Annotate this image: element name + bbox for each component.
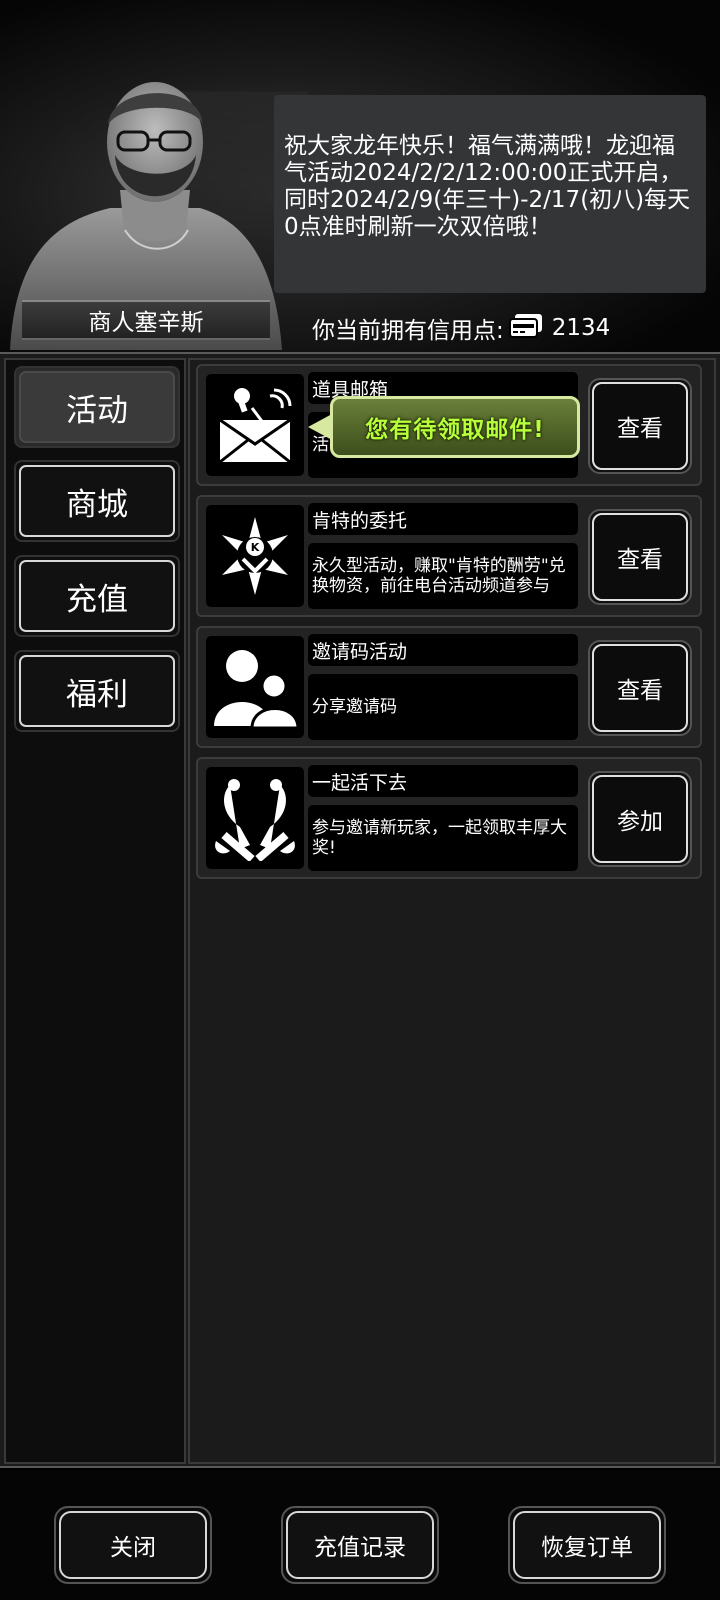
svg-text:K: K <box>251 541 260 554</box>
tab-label: 福利 <box>19 655 175 727</box>
main-panel: 活动 商城 充值 福利 道具邮箱 活 您有待领取邮件! 查看 K 肯特的委托 永… <box>0 352 720 1468</box>
activity-row-survive: 一起活下去 参与邀请新玩家，一起领取丰厚大奖! 参加 <box>196 757 702 879</box>
announcement-text: 祝大家龙年快乐！福气满满哦！龙迎福气活动2024/2/2/12:00:00正式开… <box>274 95 706 293</box>
activity-title: 一起活下去 <box>308 765 578 797</box>
category-sidebar: 活动 商城 充值 福利 <box>4 358 186 1464</box>
button-label: 恢复订单 <box>513 1511 661 1579</box>
pending-mail-tooltip: 您有待领取邮件! <box>306 396 582 458</box>
mailbox-icon <box>206 374 304 476</box>
view-mailbox-button[interactable]: 查看 <box>588 378 692 474</box>
credit-card-icon <box>508 314 542 338</box>
credit-label: 你当前拥有信用点: <box>312 318 504 344</box>
tab-label: 活动 <box>19 371 175 443</box>
tab-label: 充值 <box>19 560 175 632</box>
merchant-name: 商人塞辛斯 <box>22 300 270 340</box>
activity-title: 肯特的委托 <box>308 503 578 535</box>
view-invite-button[interactable]: 查看 <box>588 640 692 736</box>
tab-activities[interactable]: 活动 <box>14 366 180 448</box>
button-label: 查看 <box>592 644 688 732</box>
recharge-history-button[interactable]: 充值记录 <box>281 1506 439 1584</box>
button-label: 参加 <box>592 775 688 863</box>
birds-emblem-icon <box>206 767 304 869</box>
people-icon <box>206 636 304 738</box>
activity-list: 道具邮箱 活 您有待领取邮件! 查看 K 肯特的委托 永久型活动，赚取"肯特的酬… <box>188 358 716 1464</box>
button-label: 关闭 <box>59 1511 207 1579</box>
credit-value: 2134 <box>551 315 611 341</box>
view-kent-button[interactable]: 查看 <box>588 509 692 605</box>
close-button[interactable]: 关闭 <box>54 1506 212 1584</box>
button-label: 查看 <box>592 513 688 601</box>
activity-row-invite: 邀请码活动 分享邀请码 查看 <box>196 626 702 748</box>
tooltip-arrow <box>308 414 332 440</box>
activity-row-mailbox: 道具邮箱 活 您有待领取邮件! 查看 <box>196 364 702 486</box>
merchant-header: 商人塞辛斯 祝大家龙年快乐！福气满满哦！龙迎福气活动2024/2/2/12:00… <box>0 0 720 352</box>
credit-balance: 你当前拥有信用点: 2134 <box>312 312 610 344</box>
tab-welfare[interactable]: 福利 <box>14 650 180 732</box>
kent-emblem-icon: K <box>206 505 304 607</box>
tab-shop[interactable]: 商城 <box>14 460 180 542</box>
activity-description: 参与邀请新玩家，一起领取丰厚大奖! <box>308 805 578 871</box>
activity-description: 分享邀请码 <box>308 674 578 740</box>
tab-recharge[interactable]: 充值 <box>14 555 180 637</box>
button-label: 充值记录 <box>286 1511 434 1579</box>
activity-description: 永久型活动，赚取"肯特的酬劳"兑换物资，前往电台活动频道参与 <box>308 543 578 609</box>
button-label: 查看 <box>592 382 688 470</box>
footer-bar: 关闭 充值记录 恢复订单 <box>0 1470 720 1600</box>
tab-label: 商城 <box>19 465 175 537</box>
activity-title: 邀请码活动 <box>308 634 578 666</box>
join-survive-button[interactable]: 参加 <box>588 771 692 867</box>
activity-row-kent: K 肯特的委托 永久型活动，赚取"肯特的酬劳"兑换物资，前往电台活动频道参与 查… <box>196 495 702 617</box>
tooltip-text: 您有待领取邮件! <box>330 396 580 458</box>
restore-order-button[interactable]: 恢复订单 <box>508 1506 666 1584</box>
